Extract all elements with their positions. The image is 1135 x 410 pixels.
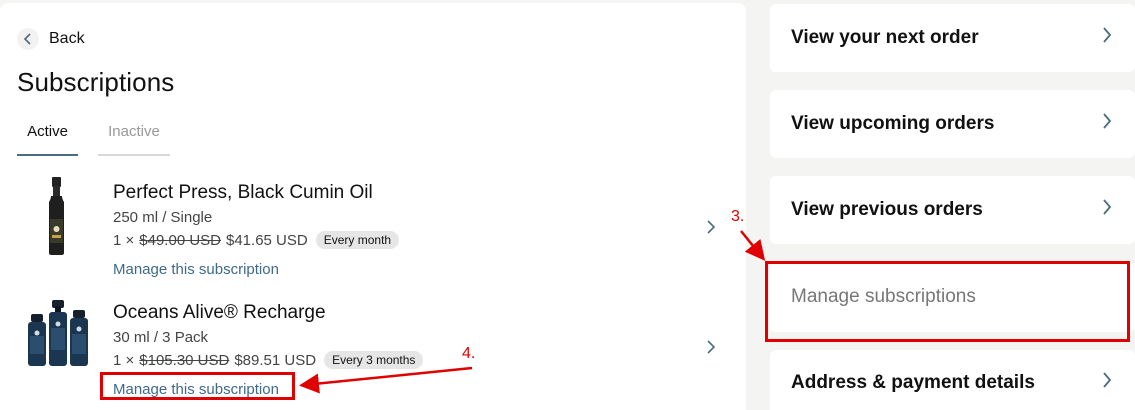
arrow-step-3: [740, 230, 766, 261]
arrow-step-4: [299, 366, 473, 394]
annotation-arrows: [299, 230, 766, 394]
